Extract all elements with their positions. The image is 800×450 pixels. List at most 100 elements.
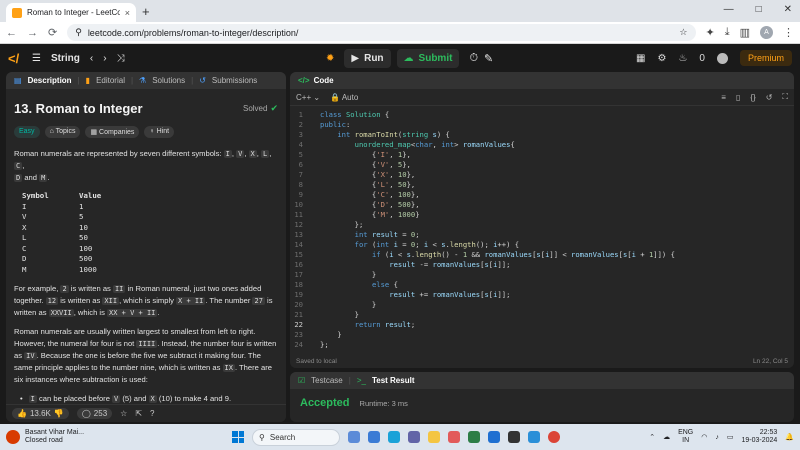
browser-tab-title: Roman to Integer - LeetCode	[27, 8, 120, 17]
photos-app-icon[interactable]	[488, 431, 500, 443]
side-panel-icon[interactable]: ▥	[740, 26, 750, 39]
code-panel: </> Code C++ ⌄ 🔒 Auto ≡ ▯ {} ↺ ⛶ 1 class …	[290, 72, 794, 368]
tab-submissions[interactable]: Submissions	[212, 76, 257, 85]
submissions-icon: ↺	[199, 76, 206, 85]
run-button[interactable]: ▶ Run	[344, 48, 391, 68]
problem-list-icon[interactable]: ☰	[32, 53, 41, 64]
problem-title[interactable]: 13. Roman to Integer	[14, 101, 143, 116]
code-line: 19 result += romanValues[s[i]];	[290, 290, 794, 300]
line-number: 7	[298, 170, 303, 179]
favorite-star-icon[interactable]: ☆	[120, 409, 127, 418]
fullscreen-icon[interactable]: ⛶	[782, 92, 788, 102]
teams-app-icon[interactable]	[408, 431, 420, 443]
help-icon[interactable]: ?	[150, 409, 154, 418]
submit-label: Submit	[418, 52, 453, 64]
tab-solutions[interactable]: Solutions	[152, 76, 185, 85]
files-app-icon[interactable]	[368, 431, 380, 443]
tab-editorial[interactable]: Editorial	[96, 76, 125, 85]
address-bar[interactable]: ⚲ leetcode.com/problems/roman-to-integer…	[67, 24, 696, 41]
widgets-app-icon[interactable]	[348, 431, 360, 443]
close-window-button[interactable]: ✕	[784, 4, 792, 15]
wifi-icon[interactable]: ◠	[701, 433, 707, 441]
problem-list-label[interactable]: String	[51, 53, 80, 64]
browser-tab[interactable]: Roman to Integer - LeetCode ×	[6, 3, 136, 22]
hint-badge[interactable]: ♀ Hint	[144, 126, 175, 138]
weather-widget[interactable]: Basant Vihar Mai... Closed road	[6, 429, 84, 445]
back-arrow-icon[interactable]: ←	[6, 27, 17, 39]
download-icon[interactable]: ⤓	[725, 26, 730, 39]
check-circle-icon: ✔	[270, 103, 278, 113]
topics-badge[interactable]: ⌂ Topics	[44, 126, 81, 138]
terminal-app-icon[interactable]	[508, 431, 520, 443]
code-line: 2 public:	[290, 120, 794, 130]
menu-kebab-icon[interactable]: ⋮	[783, 26, 794, 39]
store-app-icon[interactable]	[468, 431, 480, 443]
battery-icon[interactable]: ▭	[727, 433, 734, 441]
fold-gutter	[312, 260, 320, 270]
tab-close-icon[interactable]: ×	[125, 8, 130, 18]
reset-icon[interactable]: ↺	[766, 93, 773, 102]
maximize-button[interactable]: □	[756, 4, 762, 15]
code-line: 4 unordered_map<char, int> romanValues{	[290, 140, 794, 150]
auto-mode-toggle[interactable]: 🔒 Auto	[330, 93, 358, 102]
chrome-app-icon[interactable]	[548, 431, 560, 443]
line-number: 18	[294, 280, 303, 289]
bookmark-icon[interactable]: ▯	[736, 93, 740, 102]
start-windows-icon[interactable]	[232, 431, 244, 443]
format-icon[interactable]: ≡	[721, 93, 726, 102]
language-select[interactable]: C++ ⌄	[296, 93, 320, 102]
bookmark-star-icon[interactable]: ☆	[679, 27, 687, 38]
leetcode-top-nav: </ ☰ String ‹ › ⤨ ✹ ▶ Run ☁ Submit ⏱ ✎ ▦…	[0, 44, 800, 72]
prev-problem-icon[interactable]: ‹	[90, 53, 93, 64]
next-problem-icon[interactable]: ›	[103, 53, 106, 64]
like-button[interactable]: 👍 13.6K 👎	[12, 408, 69, 419]
site-info-icon[interactable]: ⚲	[75, 27, 82, 38]
forward-arrow-icon[interactable]: →	[27, 27, 38, 39]
code-line: 7 {'X', 10},	[290, 170, 794, 180]
run-label: Run	[364, 52, 384, 64]
tab-test-result[interactable]: Test Result	[372, 376, 415, 385]
debug-icon[interactable]: ✹	[326, 53, 334, 64]
language-indicator[interactable]: ENG IN	[678, 429, 693, 445]
system-clock[interactable]: 22:53 19-03-2024	[741, 429, 777, 445]
media-app-icon[interactable]	[448, 431, 460, 443]
premium-button[interactable]: Premium	[739, 50, 792, 66]
code-editor[interactable]: 1 class Solution {2 public: 3 int romanToIn…	[290, 110, 794, 350]
vscode-app-icon[interactable]	[528, 431, 540, 443]
code-line: 17 }	[290, 270, 794, 280]
taskbar-search[interactable]: ⚲ Search	[252, 428, 340, 446]
folder-app-icon[interactable]	[428, 431, 440, 443]
notification-bell-icon[interactable]: 🔔	[785, 433, 794, 441]
building-icon: ▦	[90, 129, 100, 136]
comments-button[interactable]: ◯ 253	[76, 408, 113, 419]
submit-button[interactable]: ☁ Submit	[396, 48, 460, 68]
notes-icon[interactable]: ✎	[484, 52, 493, 65]
tab-description[interactable]: Description	[28, 76, 72, 85]
inline-code: X	[148, 395, 157, 403]
braces-icon[interactable]: {}	[750, 93, 755, 102]
fold-gutter	[312, 180, 320, 190]
extension-icon[interactable]: ✦	[706, 26, 715, 39]
inline-code: I	[28, 395, 37, 403]
volume-icon[interactable]: ♪	[715, 434, 719, 441]
companies-badge[interactable]: ▦ Companies	[85, 126, 140, 138]
streak-flame-icon[interactable]: ♨	[678, 53, 687, 64]
tab-testcase[interactable]: Testcase	[311, 376, 343, 385]
layout-grid-icon[interactable]: ▦	[636, 53, 645, 64]
new-tab-button[interactable]: +	[142, 4, 150, 19]
line-number: 3	[298, 130, 303, 139]
chevron-up-icon[interactable]: ⌃	[649, 433, 655, 441]
timer-icon[interactable]: ⏱	[469, 52, 478, 65]
reload-icon[interactable]: ⟳	[48, 26, 57, 39]
shuffle-icon[interactable]: ⤨	[117, 53, 125, 64]
user-avatar[interactable]	[716, 52, 728, 64]
settings-gear-icon[interactable]: ⚙	[657, 53, 666, 64]
share-icon[interactable]: ⇱	[135, 409, 142, 418]
minimize-button[interactable]: —	[724, 4, 734, 15]
cloud-icon[interactable]: ☁	[663, 433, 670, 441]
profile-avatar[interactable]: A	[760, 26, 773, 39]
edge-app-icon[interactable]	[388, 431, 400, 443]
code-line: 21 }	[290, 310, 794, 320]
url-text: leetcode.com/problems/roman-to-integer/d…	[87, 27, 299, 38]
leetcode-logo-icon[interactable]: </	[8, 51, 22, 66]
